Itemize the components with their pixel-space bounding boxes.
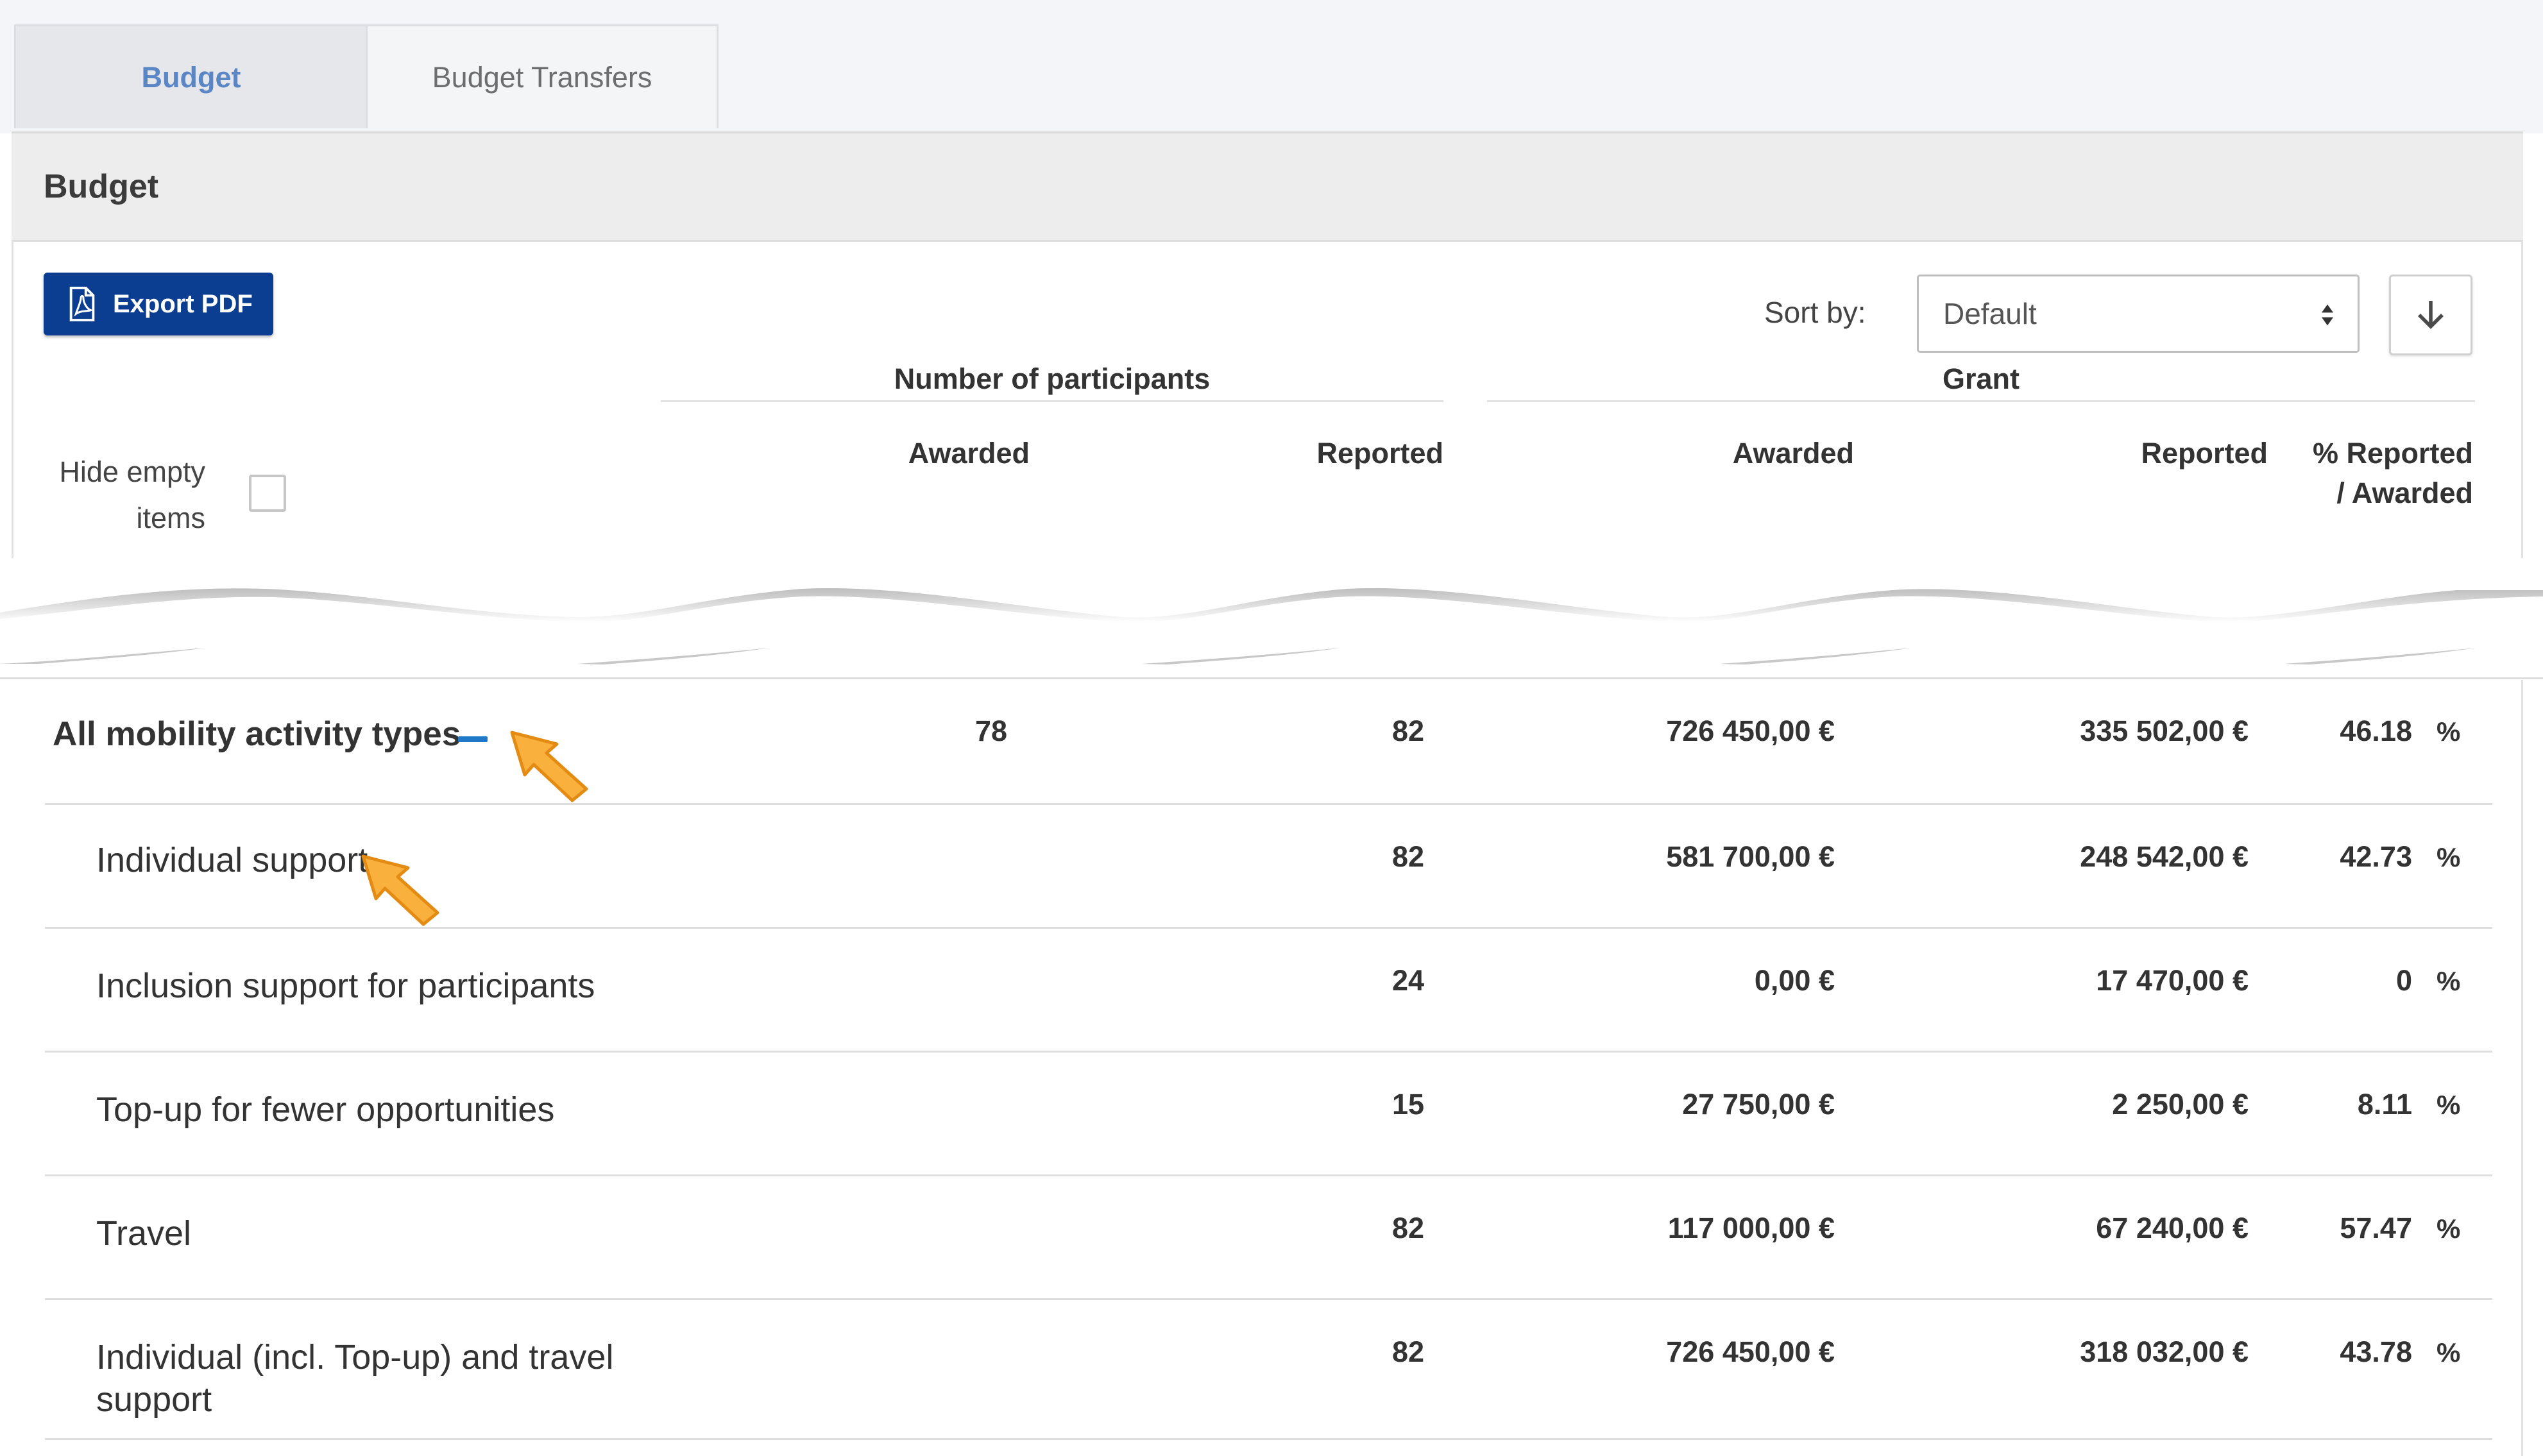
pdf-icon	[69, 287, 95, 321]
hide-empty-label: Hide empty items	[26, 449, 205, 541]
group-header-participants: Number of participants	[894, 362, 1211, 395]
tab-bar: Budget Budget Transfers	[0, 0, 2543, 133]
row-label: All mobility activity types	[53, 715, 461, 753]
grant-reported: 248 542,00 €	[2080, 840, 2249, 873]
row-label: Travel	[96, 1214, 192, 1253]
pointer-arrow-icon	[361, 854, 439, 926]
torn-edge-divider	[0, 558, 2543, 680]
col-participants-reported[interactable]: Reported	[1219, 434, 1443, 473]
hide-empty-checkbox[interactable]	[249, 475, 286, 512]
pct-value: 42.73	[2340, 840, 2412, 873]
col-pct-line1: % Reported	[2312, 437, 2473, 470]
panel-border-left	[12, 241, 13, 558]
table-row: Individual support 82 581 700,00 € 248 5…	[45, 805, 2492, 929]
col-pct-reported-awarded[interactable]: % Reported / Awarded	[2271, 434, 2473, 513]
col-grant-reported[interactable]: Reported	[2053, 434, 2268, 473]
tab-budget[interactable]: Budget	[14, 24, 368, 128]
participants-reported: 15	[1391, 1088, 1424, 1121]
row-label: Individual (incl. Top-up) and travel sup…	[96, 1338, 614, 1419]
group-underline-grant	[1487, 400, 2475, 402]
pct-sign: %	[2437, 1214, 2461, 1244]
grant-awarded: 117 000,00 €	[1667, 1212, 1835, 1244]
tab-budget-transfers[interactable]: Budget Transfers	[366, 24, 719, 128]
grant-reported: 2 250,00 €	[2112, 1088, 2249, 1121]
pct-sign: %	[2437, 966, 2461, 996]
row-label: Inclusion support for participants	[96, 967, 595, 1005]
arrow-down-icon	[2418, 301, 2444, 329]
hide-empty-label-line1: Hide empty	[59, 455, 205, 488]
col-participants-awarded[interactable]: Awarded	[834, 434, 1030, 473]
grant-reported: 335 502,00 €	[2080, 715, 2249, 747]
participants-reported: 24	[1391, 964, 1424, 997]
pointer-arrow-icon	[510, 731, 588, 802]
page: Budget Budget Transfers Budget Export PD…	[0, 0, 2543, 1456]
caret-updown-icon	[2321, 304, 2334, 326]
table-row: Inclusion support for participants 24 0,…	[45, 929, 2492, 1053]
participants-reported: 82	[1391, 1335, 1424, 1368]
group-underline-participants	[661, 400, 1443, 402]
hide-empty-label-line2: items	[136, 502, 205, 534]
pct-value: 8.11	[2357, 1088, 2412, 1121]
pct-value: 46.18	[2340, 715, 2412, 747]
grant-awarded: 726 450,00 €	[1666, 715, 1835, 747]
sort-select[interactable]: Default	[1917, 275, 2360, 353]
row-label: Individual support	[96, 841, 368, 879]
sort-direction-button[interactable]	[2389, 275, 2472, 355]
panel-title: Budget	[12, 131, 2523, 242]
grant-awarded: 581 700,00 €	[1666, 840, 1835, 873]
pct-sign: %	[2437, 842, 2461, 872]
table-row: Travel 82 117 000,00 € 67 240,00 € 57.47…	[45, 1176, 2492, 1300]
table-row: Top-up for fewer opportunities 15 27 750…	[45, 1053, 2492, 1176]
collapse-minus-icon[interactable]	[458, 736, 488, 742]
pct-sign: %	[2437, 1090, 2461, 1120]
table-row: Individual (incl. Top-up) and travel sup…	[45, 1300, 2492, 1440]
sort-select-value: Default	[1943, 297, 2037, 330]
group-header-grant: Grant	[1942, 362, 2020, 395]
pct-value: 43.78	[2340, 1335, 2412, 1368]
grant-reported: 318 032,00 €	[2080, 1335, 2249, 1368]
pct-value: 57.47	[2340, 1212, 2412, 1244]
col-pct-line2: / Awarded	[2336, 477, 2473, 509]
grant-reported: 17 470,00 €	[2096, 964, 2249, 997]
grant-awarded: 726 450,00 €	[1666, 1335, 1835, 1368]
export-pdf-label: Export PDF	[113, 289, 253, 318]
pct-value: 0	[2395, 964, 2412, 997]
pct-sign: %	[2437, 716, 2461, 747]
participants-awarded: 78	[974, 715, 1007, 747]
row-label: Top-up for fewer opportunities	[96, 1090, 555, 1129]
panel-border-right-lower	[2521, 673, 2523, 1456]
pct-sign: %	[2437, 1337, 2461, 1367]
participants-reported: 82	[1391, 1212, 1424, 1244]
participants-reported: 82	[1391, 840, 1424, 873]
export-pdf-button[interactable]: Export PDF	[44, 273, 273, 335]
participants-reported: 82	[1391, 715, 1424, 747]
grant-reported: 67 240,00 €	[2096, 1212, 2249, 1244]
table-row: All mobility activity types 78 82 726 45…	[45, 681, 2492, 805]
grant-awarded: 0,00 €	[1754, 964, 1835, 997]
panel-border-right	[2521, 241, 2523, 558]
grant-awarded: 27 750,00 €	[1682, 1088, 1835, 1121]
sort-label: Sort by:	[1764, 296, 1866, 329]
col-grant-awarded[interactable]: Awarded	[1668, 434, 1854, 473]
